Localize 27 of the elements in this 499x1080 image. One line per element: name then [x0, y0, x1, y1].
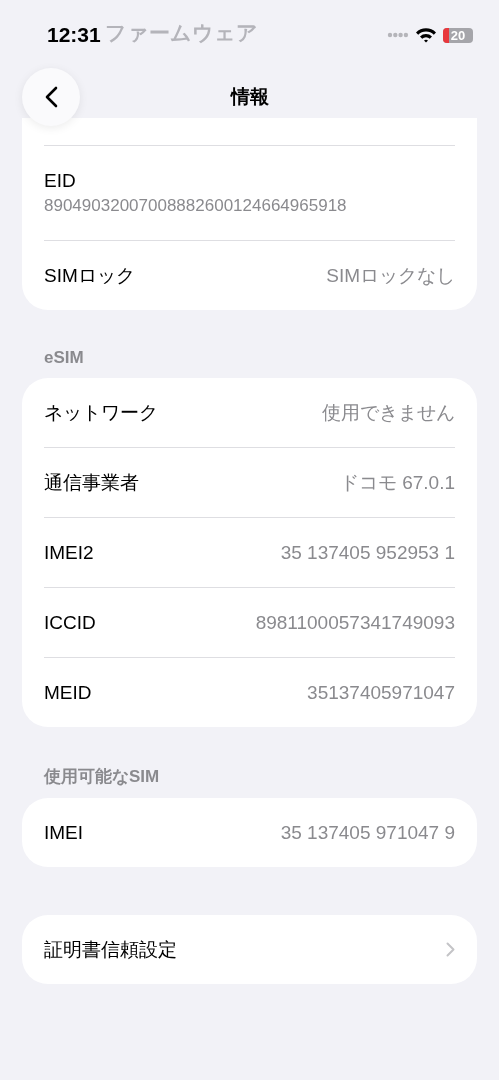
settings-link-row[interactable]: 証明書信頼設定 — [44, 915, 455, 984]
row-value: 35 137405 971047 9 — [280, 821, 455, 844]
row-label: MEID — [44, 681, 92, 704]
row-label: 通信事業者 — [44, 470, 139, 495]
row-label: ネットワーク — [44, 400, 158, 425]
signal-icon — [387, 32, 409, 38]
section-header: 使用可能なSIM — [43, 766, 161, 788]
row-value: 使用できません — [322, 400, 455, 425]
row-label: IMEI — [44, 821, 84, 844]
status-time: 12:31 — [47, 23, 101, 47]
row-value: 35137405971047 — [307, 681, 455, 704]
faded-title: ファームウェア — [104, 20, 258, 46]
nav-title: 情報 — [230, 85, 269, 109]
chevron-icon — [446, 942, 455, 957]
section-header: eSIM — [43, 347, 85, 369]
back-icon — [44, 86, 58, 108]
row-label: SIMロック — [44, 263, 135, 288]
row-label: EID — [44, 170, 76, 192]
row-value: 89049032007008882600124664965918 — [44, 196, 347, 216]
wifi-icon — [415, 27, 437, 43]
battery-icon: 20 — [443, 27, 473, 43]
row-value: SIMロックなし — [326, 263, 455, 288]
row-label: ICCID — [44, 611, 96, 634]
row-label: IMEI2 — [44, 541, 94, 564]
row-value: ドコモ 67.0.1 — [339, 470, 455, 495]
row-value: 35 137405 952953 1 — [280, 541, 455, 564]
row-value: 8981100057341749093 — [255, 611, 455, 634]
